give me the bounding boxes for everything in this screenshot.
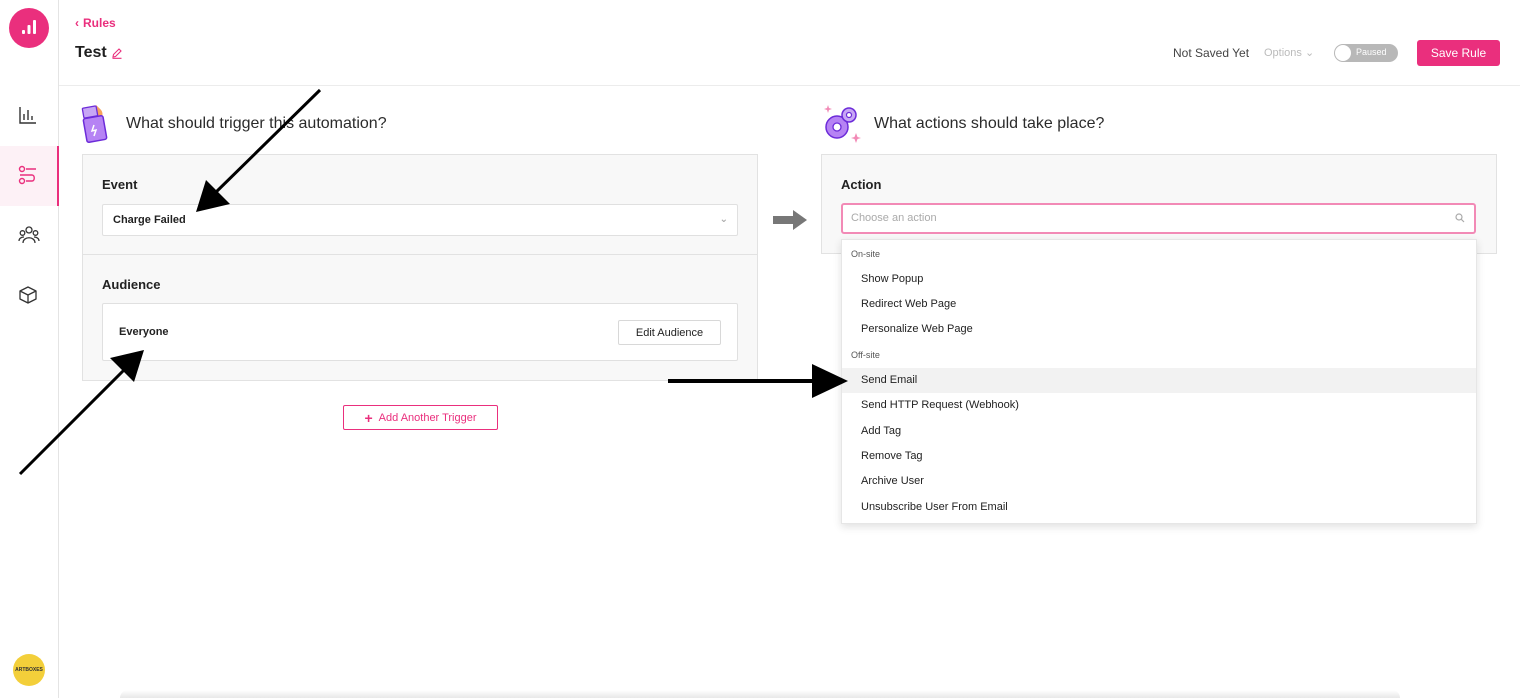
audience-label: Audience bbox=[102, 277, 161, 292]
account-avatar[interactable]: ARTBOXES bbox=[13, 654, 45, 686]
edit-pencil-icon[interactable] bbox=[111, 47, 123, 59]
add-trigger-button[interactable]: + Add Another Trigger bbox=[343, 405, 498, 430]
event-label: Event bbox=[102, 177, 138, 192]
sidebar-item-audience[interactable] bbox=[0, 206, 59, 266]
audience-icon bbox=[18, 226, 40, 244]
gears-icon bbox=[824, 105, 861, 143]
panel-divider bbox=[83, 254, 757, 255]
toggle-knob bbox=[1335, 45, 1351, 61]
chevron-left-icon: ‹ bbox=[75, 16, 79, 30]
menu-item-add-tag[interactable]: Add Tag bbox=[842, 419, 1476, 444]
audience-box: Everyone Edit Audience bbox=[102, 303, 738, 361]
trigger-section-header: What should trigger this automation? bbox=[80, 103, 387, 145]
save-status: Not Saved Yet bbox=[1173, 46, 1250, 60]
logo-bars-icon bbox=[22, 20, 36, 34]
breadcrumb-label: Rules bbox=[83, 16, 116, 30]
breadcrumb-rules-link[interactable]: ‹ Rules bbox=[75, 16, 116, 30]
menu-item-send-email[interactable]: Send Email bbox=[842, 368, 1476, 393]
search-icon bbox=[1455, 213, 1465, 223]
plus-icon: + bbox=[364, 409, 373, 426]
options-label: Options bbox=[1264, 47, 1302, 59]
toggle-label: Paused bbox=[1356, 47, 1387, 57]
flow-arrow-icon bbox=[773, 210, 807, 230]
menu-item-remove-tag[interactable]: Remove Tag bbox=[842, 444, 1476, 469]
page-header: ‹ Rules Test Not Saved Yet Options ⌄ Paus… bbox=[59, 0, 1520, 86]
menu-item-show-popup[interactable]: Show Popup bbox=[842, 267, 1476, 292]
sidebar-item-analytics[interactable] bbox=[0, 86, 59, 146]
active-toggle[interactable]: Paused bbox=[1334, 44, 1398, 62]
trigger-heading: What should trigger this automation? bbox=[126, 115, 387, 132]
menu-item-redirect-web-page[interactable]: Redirect Web Page bbox=[842, 292, 1476, 317]
lighter-icon bbox=[81, 105, 108, 143]
add-trigger-label: Add Another Trigger bbox=[378, 411, 477, 424]
actions-heading: What actions should take place? bbox=[874, 115, 1105, 132]
analytics-icon bbox=[19, 107, 36, 124]
sidebar: ARTBOXES bbox=[0, 0, 59, 698]
event-select[interactable]: Charge Failed ⌄ bbox=[102, 204, 738, 236]
audience-value: Everyone bbox=[119, 326, 169, 338]
bottom-scroll-shadow bbox=[120, 690, 1400, 698]
save-rule-button[interactable]: Save Rule bbox=[1417, 40, 1500, 66]
rule-name: Test bbox=[75, 44, 107, 61]
menu-item-unsubscribe-user[interactable]: Unsubscribe User From Email bbox=[842, 495, 1476, 520]
box-icon bbox=[19, 286, 37, 304]
page-title: Test bbox=[75, 44, 123, 62]
menu-item-personalize-web-page[interactable]: Personalize Web Page bbox=[842, 317, 1476, 342]
actions-section-header: What actions should take place? bbox=[820, 103, 1104, 145]
action-placeholder: Choose an action bbox=[851, 212, 937, 224]
rules-icon bbox=[18, 165, 36, 185]
sidebar-item-rules[interactable] bbox=[0, 146, 59, 206]
edit-audience-button[interactable]: Edit Audience bbox=[618, 320, 721, 345]
chevron-down-icon: ⌄ bbox=[1304, 47, 1315, 59]
event-value: Charge Failed bbox=[113, 214, 186, 226]
sidebar-item-products[interactable] bbox=[0, 266, 59, 326]
trigger-panel: Event Charge Failed ⌄ Audience Everyone … bbox=[82, 154, 758, 381]
menu-item-archive-user[interactable]: Archive User bbox=[842, 469, 1476, 494]
action-search-input[interactable]: Choose an action bbox=[841, 203, 1476, 234]
group-label-on-site: On-site bbox=[851, 249, 881, 259]
menu-item-send-http-request[interactable]: Send HTTP Request (Webhook) bbox=[842, 393, 1476, 418]
chevron-down-icon: ⌄ bbox=[719, 214, 728, 225]
action-label: Action bbox=[841, 177, 882, 192]
action-dropdown-menu: On-site Show Popup Redirect Web Page Per… bbox=[841, 239, 1477, 524]
options-dropdown[interactable]: Options ⌄ bbox=[1264, 46, 1314, 59]
app-root: ARTBOXES ‹ Rules Test Not Saved Yet Optio… bbox=[0, 0, 1520, 698]
group-label-off-site: Off-site bbox=[851, 350, 880, 360]
app-logo[interactable] bbox=[9, 8, 49, 48]
